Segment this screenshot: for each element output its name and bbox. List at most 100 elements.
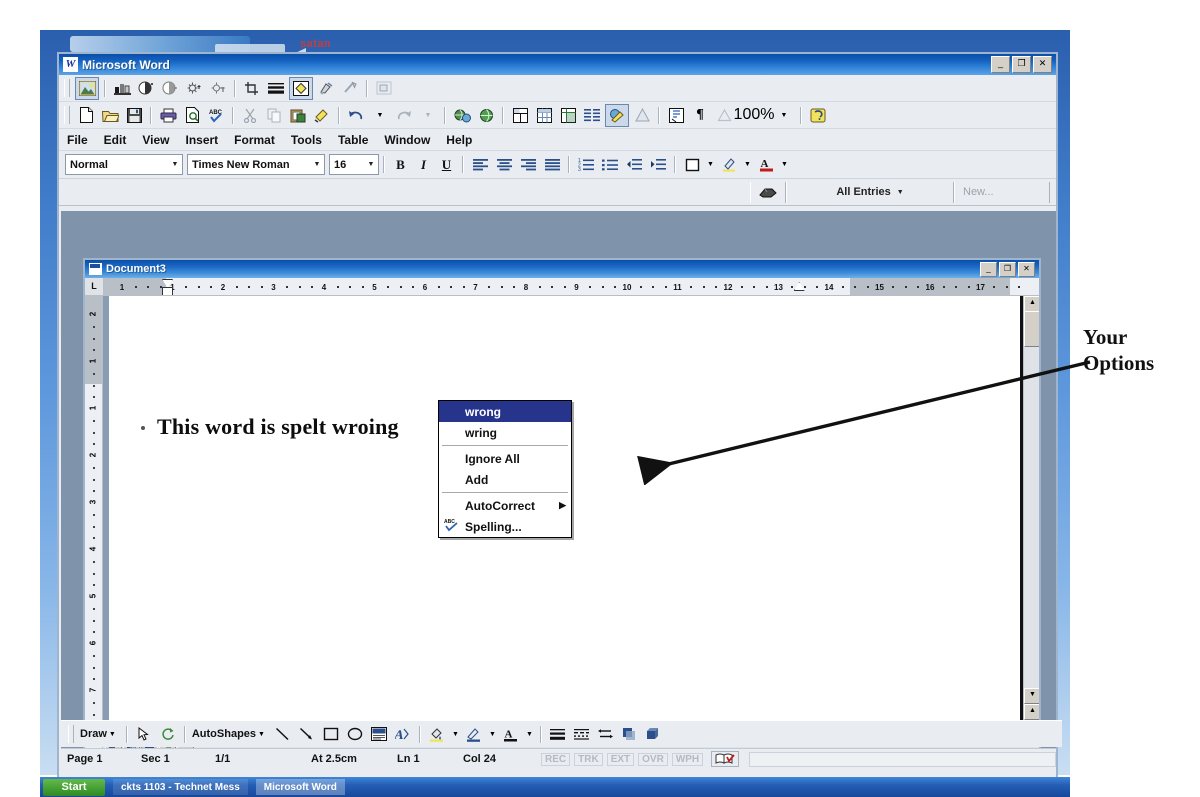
insert-picture-icon[interactable] — [75, 76, 99, 100]
cut-icon[interactable] — [239, 105, 261, 126]
text-box-icon[interactable] — [368, 724, 390, 745]
less-contrast-icon[interactable] — [159, 78, 181, 99]
dash-style-icon[interactable] — [571, 724, 593, 745]
reset-picture-icon[interactable] — [339, 78, 361, 99]
context-menu-item-add[interactable]: Add — [439, 469, 571, 490]
menu-item-view[interactable]: View — [142, 133, 169, 147]
vertical-ruler[interactable]: 2112345678 — [85, 296, 103, 752]
document-minimize-button[interactable]: _ — [980, 261, 997, 277]
less-brightness-icon[interactable] — [207, 78, 229, 99]
align-left-icon[interactable] — [469, 154, 491, 175]
status-indicator-trk[interactable]: TRK — [574, 752, 603, 766]
font-color-dropdown-icon[interactable]: ▼ — [779, 154, 790, 175]
scroll-up-icon[interactable]: ▲ — [1024, 296, 1039, 312]
font-color-icon[interactable]: A — [500, 724, 522, 745]
decrease-indent-icon[interactable] — [623, 154, 645, 175]
borders-icon[interactable] — [681, 154, 703, 175]
shadow-icon[interactable] — [619, 724, 641, 745]
highlight-icon[interactable] — [718, 154, 740, 175]
redo-icon[interactable] — [393, 105, 415, 126]
toolbar-grip[interactable] — [64, 106, 70, 124]
toolbar-grip[interactable] — [64, 79, 70, 97]
chevron-down-icon[interactable]: ▼ — [168, 161, 182, 168]
bold-button[interactable]: B — [389, 154, 412, 175]
status-indicator-wph[interactable]: WPH — [671, 752, 704, 766]
taskbar-item-browser[interactable]: ckts 1103 - Technet Mess — [113, 779, 248, 795]
drawing-icon[interactable] — [605, 103, 629, 127]
maximize-button[interactable]: ❐ — [1012, 56, 1031, 73]
line-icon[interactable] — [272, 724, 294, 745]
font-size-combo[interactable]: 16 ▼ — [329, 154, 379, 175]
font-color-dropdown-icon[interactable]: ▼ — [524, 724, 535, 745]
increase-indent-icon[interactable] — [647, 154, 669, 175]
status-indicator-rec[interactable]: REC — [541, 752, 571, 766]
autotext-icon-button[interactable] — [750, 181, 786, 203]
image-control-icon[interactable] — [111, 78, 133, 99]
horizontal-ruler[interactable]: L 11234567891011121314151617 — [85, 278, 1039, 296]
format-picture-icon[interactable] — [289, 76, 313, 100]
columns-icon[interactable] — [581, 105, 603, 126]
crop-icon[interactable] — [241, 78, 263, 99]
context-menu-item-ignore-all[interactable]: Ignore All — [439, 448, 571, 469]
chevron-down-icon[interactable]: ▼ — [897, 189, 904, 196]
insert-hyperlink-icon[interactable] — [451, 105, 473, 126]
minimize-button[interactable]: _ — [991, 56, 1010, 73]
menu-item-format[interactable]: Format — [234, 133, 275, 147]
document-map-icon[interactable] — [631, 105, 653, 126]
numbered-list-icon[interactable]: 123 — [575, 154, 597, 175]
3d-icon[interactable] — [643, 724, 665, 745]
toolbar-grip[interactable] — [68, 725, 74, 743]
select-objects-icon[interactable] — [133, 724, 155, 745]
paste-icon[interactable] — [287, 105, 309, 126]
insert-table-icon[interactable] — [533, 105, 555, 126]
rectangle-icon[interactable] — [320, 724, 342, 745]
left-indent-marker[interactable] — [162, 287, 173, 295]
spelling-grammar-icon[interactable]: ABC — [205, 105, 227, 126]
menu-item-insert[interactable]: Insert — [185, 133, 218, 147]
document-title-bar[interactable]: Document3 _ ❐ ✕ — [85, 260, 1039, 278]
tables-and-borders-icon[interactable] — [509, 105, 531, 126]
wordart-icon[interactable]: A — [392, 724, 414, 745]
more-brightness-icon[interactable] — [183, 78, 205, 99]
chevron-down-icon[interactable]: ▼ — [364, 161, 378, 168]
chevron-down-icon[interactable]: ▼ — [310, 161, 324, 168]
italic-button[interactable]: I — [412, 154, 435, 175]
oval-icon[interactable] — [344, 724, 366, 745]
font-combo[interactable]: Times New Roman ▼ — [187, 154, 325, 175]
open-icon[interactable] — [99, 105, 121, 126]
line-color-dropdown-icon[interactable]: ▼ — [487, 724, 498, 745]
line-color-icon[interactable] — [463, 724, 485, 745]
tab-selector-button[interactable]: L — [85, 278, 104, 295]
autoshapes-menu-button[interactable]: AutoShapes — [192, 728, 256, 740]
spelling-status-icon[interactable] — [711, 751, 740, 767]
undo-icon[interactable] — [345, 105, 367, 126]
previous-page-icon[interactable]: ▲ — [1024, 704, 1039, 720]
text-wrapping-icon[interactable] — [373, 78, 395, 99]
line-style-icon[interactable] — [547, 724, 569, 745]
justify-icon[interactable] — [541, 154, 563, 175]
paragraph-marks-icon[interactable]: ¶ — [689, 105, 711, 126]
highlight-dropdown-icon[interactable]: ▼ — [742, 154, 753, 175]
document-close-button[interactable]: ✕ — [1018, 261, 1035, 277]
horizontal-ruler-track[interactable]: 11234567891011121314151617 — [104, 278, 1039, 295]
all-entries-dropdown[interactable]: All Entries ▼ — [786, 181, 954, 203]
align-center-icon[interactable] — [493, 154, 515, 175]
context-menu-item-autocorrect[interactable]: AutoCorrect ▶ — [439, 495, 571, 516]
print-icon[interactable] — [157, 105, 179, 126]
chevron-down-icon[interactable]: ▼ — [258, 731, 265, 738]
print-preview-icon[interactable] — [181, 105, 203, 126]
underline-button[interactable]: U — [435, 154, 458, 175]
bulleted-list-icon[interactable] — [599, 154, 621, 175]
redo-dropdown-icon[interactable]: ▼ — [417, 105, 439, 126]
status-indicator-ext[interactable]: EXT — [606, 752, 635, 766]
arrow-style-icon[interactable] — [595, 724, 617, 745]
show-hide-formatting-icon[interactable] — [665, 105, 687, 126]
context-menu-item-spelling[interactable]: ABC Spelling... — [439, 516, 571, 537]
menu-item-tools[interactable]: Tools — [291, 133, 322, 147]
borders-dropdown-icon[interactable]: ▼ — [705, 154, 716, 175]
office-assistant-icon[interactable] — [807, 105, 829, 126]
insert-excel-sheet-icon[interactable] — [557, 105, 579, 126]
document-map-2-icon[interactable] — [713, 105, 735, 126]
style-combo[interactable]: Normal ▼ — [65, 154, 183, 175]
new-autotext-button[interactable]: New... — [954, 181, 1050, 203]
